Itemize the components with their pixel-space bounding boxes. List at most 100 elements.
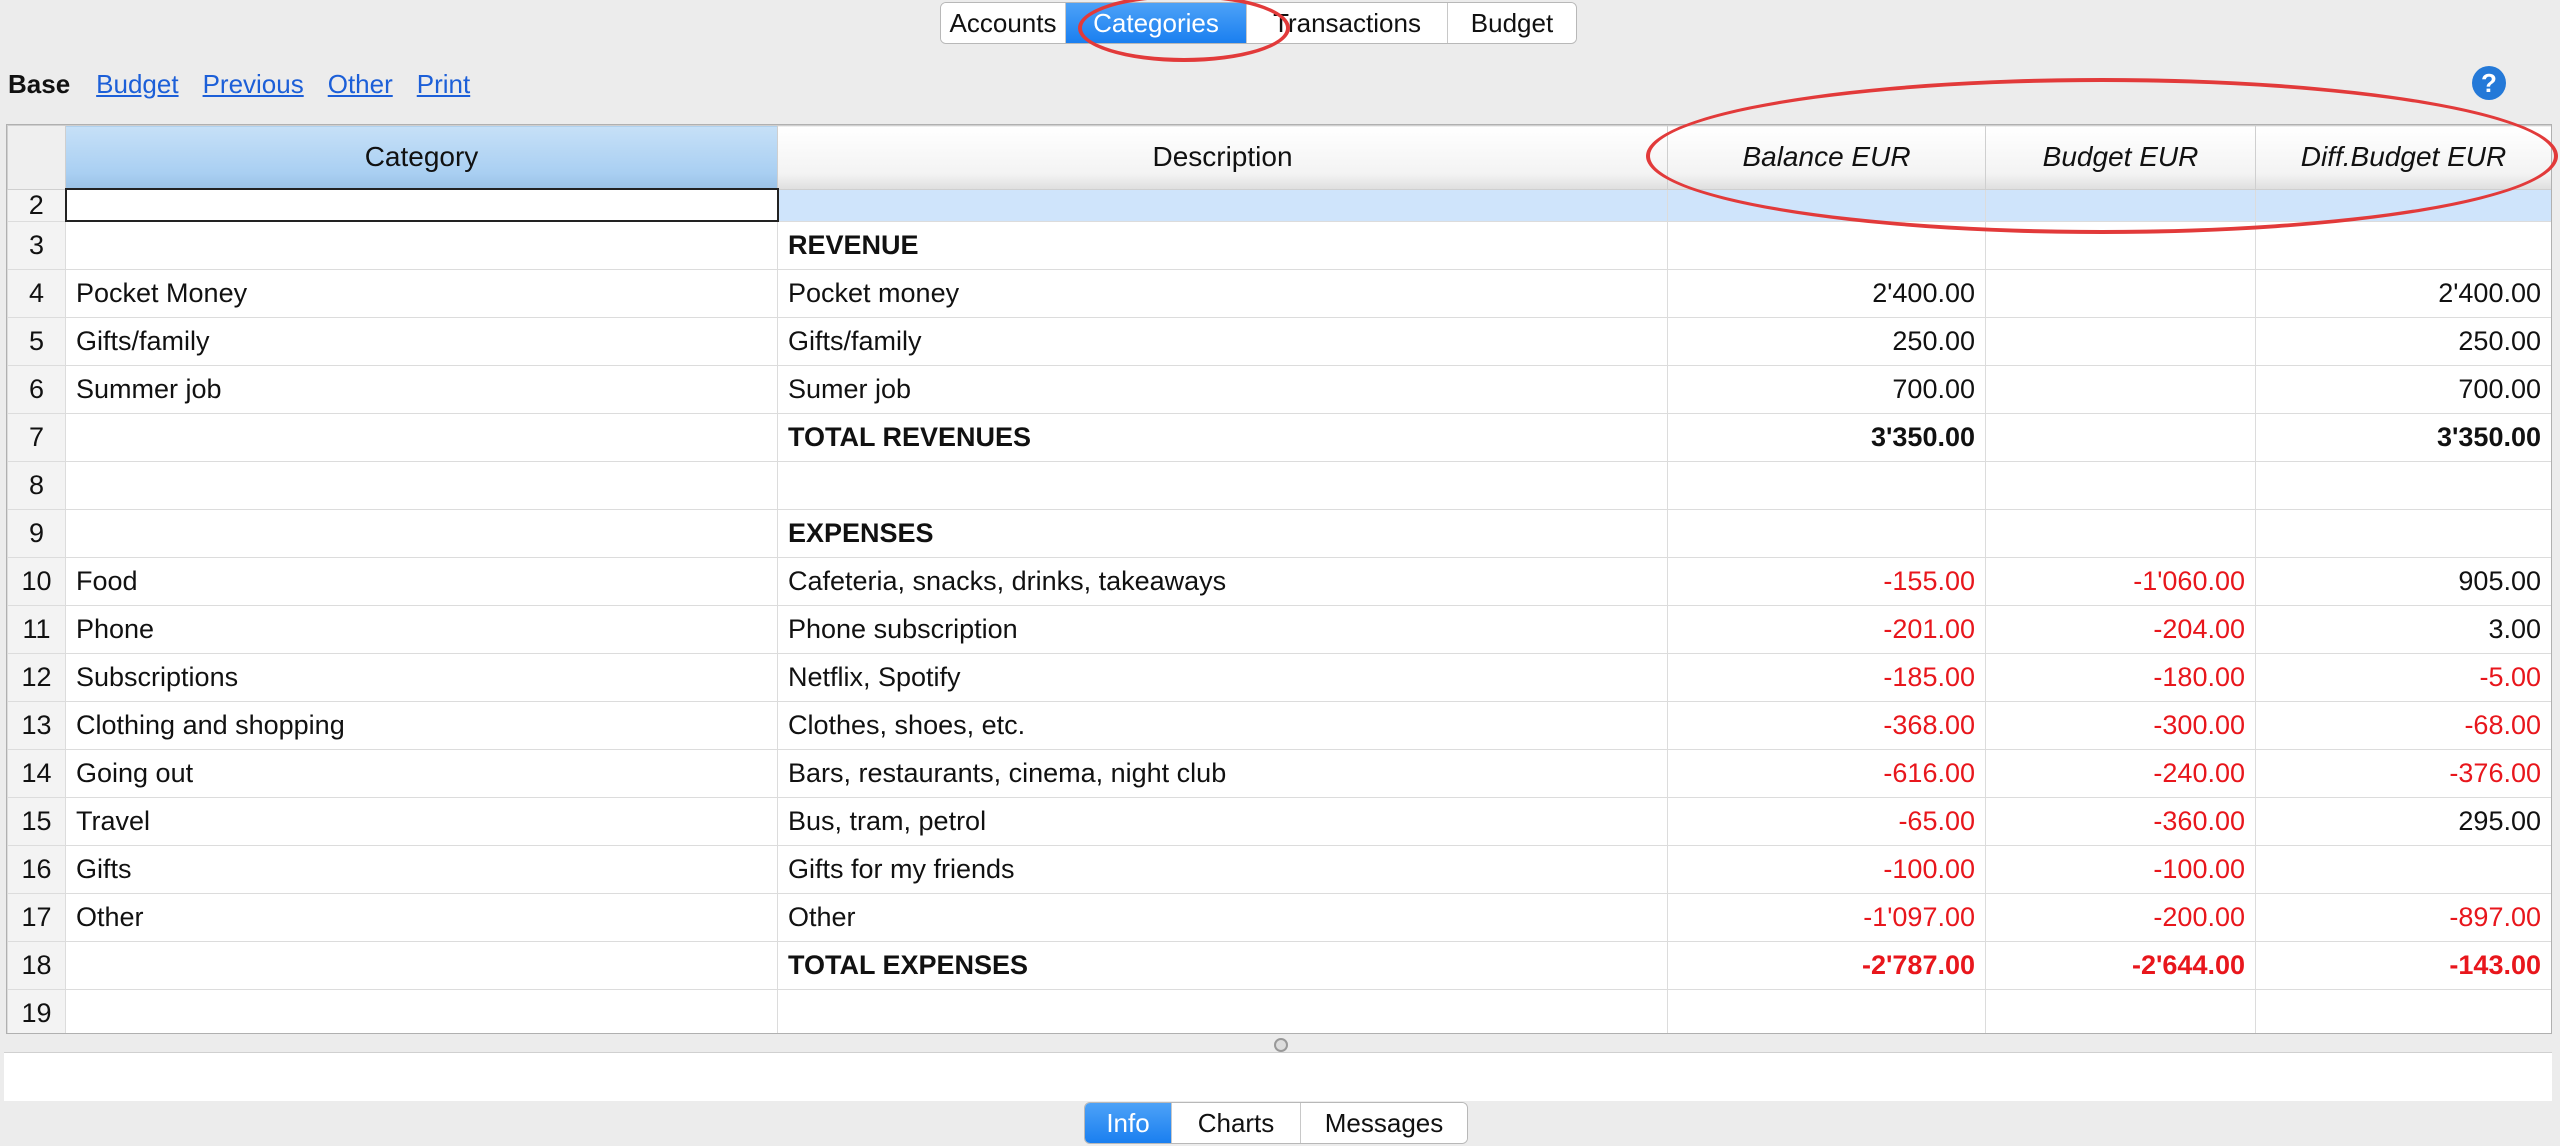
cell-budget[interactable]: -204.00 — [1985, 605, 2256, 654]
cell-diff-budget[interactable] — [2255, 989, 2551, 1033]
cell-description[interactable]: Phone subscription — [777, 605, 1668, 654]
cell-diff-budget[interactable]: 3'350.00 — [2255, 413, 2551, 462]
tab-messages[interactable]: Messages — [1301, 1103, 1467, 1143]
cell-category[interactable] — [65, 461, 778, 510]
cell-description[interactable] — [777, 461, 1668, 510]
cell-description[interactable]: REVENUE — [777, 220, 1668, 270]
cell-description[interactable]: Bars, restaurants, cinema, night club — [777, 749, 1668, 798]
cell-balance[interactable] — [1667, 989, 1986, 1033]
cell-balance[interactable]: -201.00 — [1667, 605, 1986, 654]
row-number[interactable]: 9 — [7, 509, 66, 558]
cell-balance[interactable] — [1667, 461, 1986, 510]
cell-balance[interactable] — [1667, 188, 1986, 222]
cell-diff-budget[interactable]: 295.00 — [2255, 797, 2551, 846]
cell-category[interactable]: Pocket Money — [65, 269, 778, 318]
tab-budget[interactable]: Budget — [1448, 3, 1576, 43]
cell-balance[interactable]: -368.00 — [1667, 701, 1986, 750]
row-number[interactable]: 17 — [7, 893, 66, 942]
cell-diff-budget[interactable] — [2255, 188, 2551, 222]
cell-balance[interactable]: -616.00 — [1667, 749, 1986, 798]
cell-budget[interactable]: -180.00 — [1985, 653, 2256, 702]
cell-balance[interactable]: -100.00 — [1667, 845, 1986, 894]
cell-description[interactable]: Netflix, Spotify — [777, 653, 1668, 702]
cell-category[interactable] — [64, 188, 779, 222]
cell-diff-budget[interactable]: 2'400.00 — [2255, 269, 2551, 318]
cell-budget[interactable] — [1985, 461, 2256, 510]
cell-diff-budget[interactable] — [2255, 461, 2551, 510]
cell-diff-budget[interactable] — [2255, 845, 2551, 894]
row-number[interactable]: 10 — [7, 557, 66, 606]
cell-category[interactable]: Gifts/family — [65, 317, 778, 366]
table-corner[interactable] — [7, 125, 66, 190]
column-header-budget[interactable]: Budget EUR — [1985, 125, 2256, 190]
row-number[interactable]: 8 — [7, 461, 66, 510]
cell-balance[interactable]: -185.00 — [1667, 653, 1986, 702]
cell-category[interactable]: Subscriptions — [65, 653, 778, 702]
row-number[interactable]: 5 — [7, 317, 66, 366]
cell-diff-budget[interactable]: 3.00 — [2255, 605, 2551, 654]
cell-diff-budget[interactable] — [2255, 220, 2551, 270]
row-number[interactable]: 16 — [7, 845, 66, 894]
cell-description[interactable]: Other — [777, 893, 1668, 942]
cell-category[interactable]: Gifts — [65, 845, 778, 894]
cell-diff-budget[interactable]: -143.00 — [2255, 941, 2551, 990]
cell-description[interactable]: TOTAL REVENUES — [777, 413, 1668, 462]
cell-description[interactable]: TOTAL EXPENSES — [777, 941, 1668, 990]
row-number[interactable]: 19 — [7, 989, 66, 1033]
row-number[interactable]: 3 — [7, 220, 66, 270]
row-number[interactable]: 6 — [7, 365, 66, 414]
cell-diff-budget[interactable]: -5.00 — [2255, 653, 2551, 702]
cell-budget[interactable] — [1985, 365, 2256, 414]
view-base[interactable]: Base — [8, 69, 70, 100]
cell-balance[interactable]: 2'400.00 — [1667, 269, 1986, 318]
row-number[interactable]: 7 — [7, 413, 66, 462]
tab-accounts[interactable]: Accounts — [941, 3, 1066, 43]
cell-category[interactable]: Other — [65, 893, 778, 942]
view-print-link[interactable]: Print — [417, 69, 470, 100]
cell-budget[interactable]: -200.00 — [1985, 893, 2256, 942]
cell-category[interactable] — [65, 989, 778, 1033]
column-header-diff-budget[interactable]: Diff.Budget EUR — [2255, 125, 2551, 190]
cell-category[interactable]: Clothing and shopping — [65, 701, 778, 750]
cell-diff-budget[interactable]: -68.00 — [2255, 701, 2551, 750]
row-number[interactable]: 18 — [7, 941, 66, 990]
cell-diff-budget[interactable]: 905.00 — [2255, 557, 2551, 606]
cell-budget[interactable]: -2'644.00 — [1985, 941, 2256, 990]
cell-balance[interactable]: 700.00 — [1667, 365, 1986, 414]
help-icon[interactable]: ? — [2472, 66, 2506, 100]
cell-budget[interactable] — [1985, 989, 2256, 1033]
cell-balance[interactable] — [1667, 509, 1986, 558]
row-number[interactable]: 14 — [7, 749, 66, 798]
cell-budget[interactable] — [1985, 317, 2256, 366]
cell-balance[interactable]: 250.00 — [1667, 317, 1986, 366]
cell-category[interactable] — [65, 220, 778, 270]
view-previous-link[interactable]: Previous — [203, 69, 304, 100]
tab-info[interactable]: Info — [1085, 1103, 1172, 1143]
cell-description[interactable]: Gifts/family — [777, 317, 1668, 366]
tab-charts[interactable]: Charts — [1172, 1103, 1301, 1143]
cell-budget[interactable]: -100.00 — [1985, 845, 2256, 894]
cell-category[interactable]: Summer job — [65, 365, 778, 414]
column-header-balance[interactable]: Balance EUR — [1667, 125, 1986, 190]
cell-diff-budget[interactable]: -897.00 — [2255, 893, 2551, 942]
cell-budget[interactable] — [1985, 269, 2256, 318]
splitter-handle[interactable] — [1274, 1038, 1288, 1052]
cell-diff-budget[interactable] — [2255, 509, 2551, 558]
cell-category[interactable]: Travel — [65, 797, 778, 846]
cell-budget[interactable]: -300.00 — [1985, 701, 2256, 750]
cell-diff-budget[interactable]: 250.00 — [2255, 317, 2551, 366]
column-header-description[interactable]: Description — [777, 125, 1668, 190]
cell-description[interactable]: Gifts for my friends — [777, 845, 1668, 894]
row-number[interactable]: 4 — [7, 269, 66, 318]
cell-description[interactable]: EXPENSES — [777, 509, 1668, 558]
column-header-category[interactable]: Category — [65, 125, 778, 190]
cell-budget[interactable]: -1'060.00 — [1985, 557, 2256, 606]
cell-balance[interactable]: -2'787.00 — [1667, 941, 1986, 990]
cell-budget[interactable] — [1985, 220, 2256, 270]
row-number[interactable]: 11 — [7, 605, 66, 654]
cell-description[interactable]: Sumer job — [777, 365, 1668, 414]
cell-category[interactable]: Going out — [65, 749, 778, 798]
cell-description[interactable]: Bus, tram, petrol — [777, 797, 1668, 846]
cell-budget[interactable]: -360.00 — [1985, 797, 2256, 846]
cell-description[interactable]: Pocket money — [777, 269, 1668, 318]
